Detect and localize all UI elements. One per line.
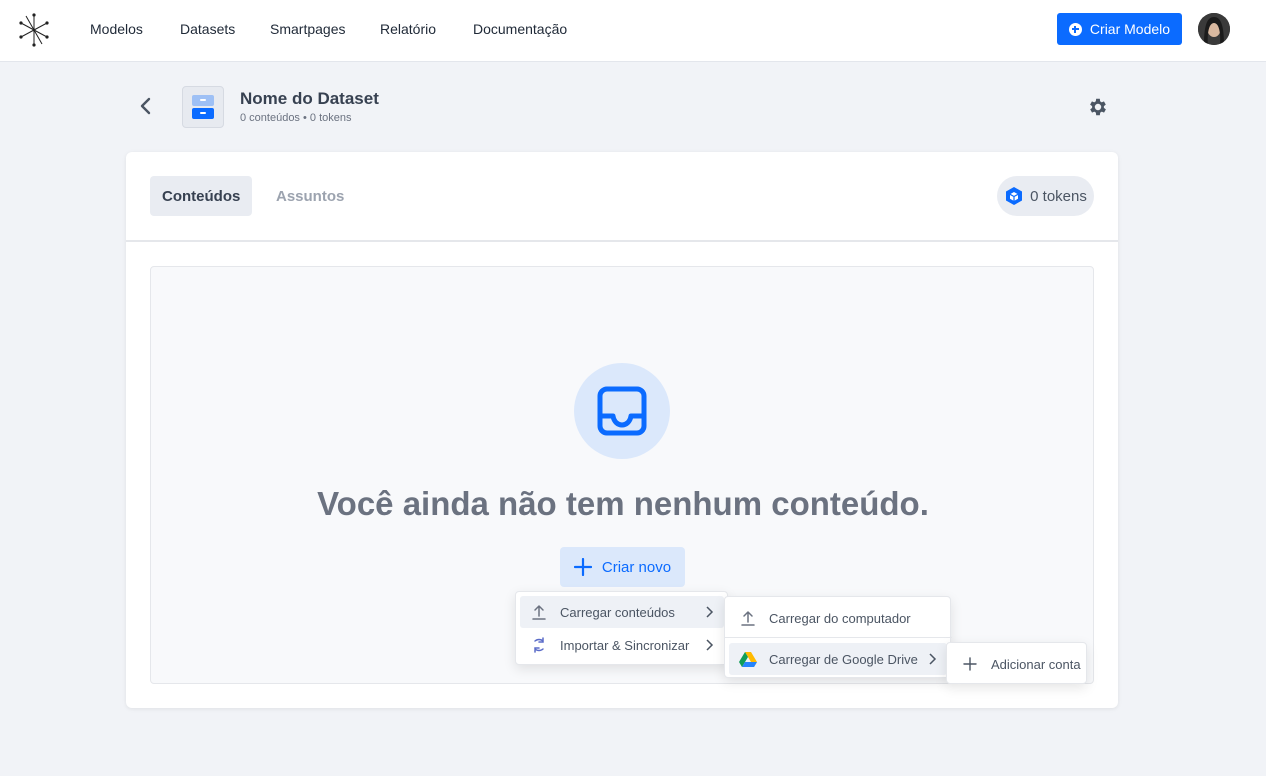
menu-item-add-account[interactable]: Adicionar conta <box>951 648 1083 680</box>
tokens-label: 0 tokens <box>1030 187 1087 205</box>
chevron-right-icon <box>929 653 937 665</box>
menu-item-label: Adicionar conta <box>991 656 1081 672</box>
upload-icon <box>530 603 548 621</box>
menu-item-google-drive[interactable]: Carregar de Google Drive <box>729 643 947 675</box>
sync-icon <box>530 636 548 654</box>
gear-icon[interactable] <box>1087 96 1109 118</box>
nav-documentacao[interactable]: Documentação <box>473 21 567 37</box>
tab-assuntos[interactable]: Assuntos <box>264 176 356 216</box>
upload-icon <box>739 609 757 627</box>
dataset-icon <box>182 86 224 128</box>
create-model-label: Criar Modelo <box>1089 21 1171 37</box>
menu-item-import-sync[interactable]: Importar & Sincronizar <box>520 629 724 661</box>
dataset-subtitle: 0 conteúdos • 0 tokens <box>240 112 352 124</box>
upload-submenu: Carregar do computador Carregar de Googl… <box>724 596 952 678</box>
cube-icon <box>1006 187 1023 205</box>
menu-item-upload-contents[interactable]: Carregar conteúdos <box>520 596 724 628</box>
chevron-right-icon <box>706 606 714 618</box>
plus-icon <box>573 558 592 576</box>
chevron-right-icon <box>706 639 714 651</box>
inbox-icon <box>574 363 670 459</box>
top-navbar: Modelos Datasets Smartpages Relatório Do… <box>0 0 1266 62</box>
menu-item-label: Carregar conteúdos <box>560 604 675 620</box>
menu-item-label: Carregar de Google Drive <box>769 651 918 667</box>
menu-item-upload-computer[interactable]: Carregar do computador <box>729 602 947 634</box>
dataset-title: Nome do Dataset <box>240 89 379 108</box>
create-model-button[interactable]: Criar Modelo <box>1057 13 1182 45</box>
nav-datasets[interactable]: Datasets <box>180 21 235 37</box>
plus-icon <box>961 655 979 673</box>
menu-item-label: Importar & Sincronizar <box>560 637 690 653</box>
create-new-menu: Carregar conteúdos Importar & Sincroniza… <box>515 591 728 665</box>
tokens-badge: 0 tokens <box>997 176 1094 216</box>
back-chevron-icon[interactable] <box>136 96 156 116</box>
divider <box>126 240 1118 242</box>
create-new-label: Criar novo <box>601 558 672 576</box>
google-drive-submenu: Adicionar conta <box>946 642 1087 684</box>
logo-icon[interactable] <box>16 12 52 48</box>
google-drive-icon <box>739 650 757 668</box>
nav-modelos[interactable]: Modelos <box>90 21 143 37</box>
empty-state-title: Você ainda não tem nenhum conteúdo. <box>317 485 929 522</box>
plus-circle-icon <box>1068 22 1082 36</box>
tab-conteudos[interactable]: Conteúdos <box>150 176 253 216</box>
nav-smartpages[interactable]: Smartpages <box>270 21 345 37</box>
avatar[interactable] <box>1198 13 1230 45</box>
menu-divider <box>725 637 952 638</box>
menu-item-label: Carregar do computador <box>769 610 911 626</box>
create-new-button[interactable]: Criar novo <box>560 547 685 587</box>
nav-relatorio[interactable]: Relatório <box>380 21 436 37</box>
